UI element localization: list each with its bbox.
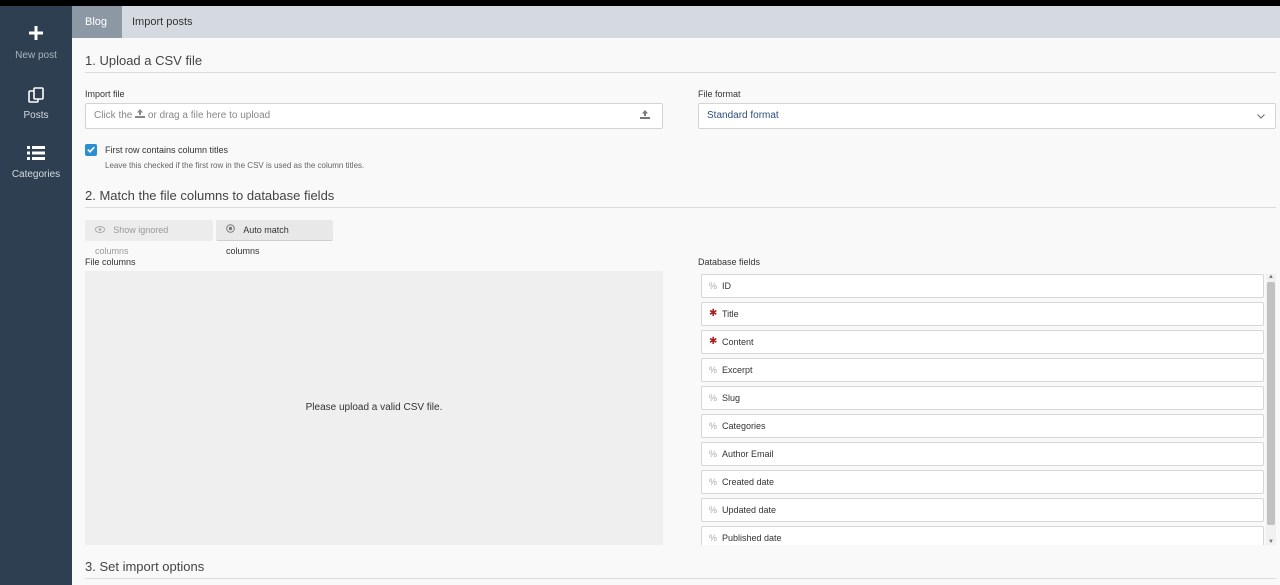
file-columns-panel: Please upload a valid CSV file. [85,271,663,545]
copy-icon [0,86,72,106]
sidebar-item-posts[interactable]: Posts [0,86,72,121]
database-field-item[interactable]: % Excerpt [701,358,1264,382]
checkbox-label: First row contains column titles [105,145,229,155]
sidebar-item-label: Posts [23,110,49,121]
file-format-value: Standard format [707,110,779,121]
sidebar: New post Posts Categories [0,6,72,585]
upload-icon[interactable] [640,104,650,128]
database-field-label: Slug [722,393,741,403]
plus-icon [0,26,72,46]
database-field-label: ID [722,281,731,291]
database-field-label: Author Email [722,449,774,459]
database-field-label: Categories [722,421,766,431]
divider [85,207,1276,208]
file-upload-input[interactable]: Click the or drag a file here to upload [85,103,663,129]
database-field-item[interactable]: % Updated date [701,498,1264,522]
database-field-label: Title [722,309,739,319]
link-icon: % [709,505,718,515]
file-format-label: File format [698,89,741,99]
target-icon [226,224,237,235]
section-title-options: 3. Set import options [85,559,205,574]
link-icon: % [709,281,718,291]
sidebar-item-label: New post [15,50,57,61]
link-icon: % [709,449,718,459]
section-title-match: 2. Match the file columns to database fi… [85,188,335,203]
check-icon [87,146,95,153]
file-format-select[interactable]: Standard format [698,103,1276,129]
link-icon: % [709,477,718,487]
database-field-label: Created date [722,477,775,487]
database-field-item[interactable]: % Author Email [701,442,1264,466]
show-ignored-columns-button[interactable]: Show ignored columns [85,220,213,256]
scroll-up-arrow[interactable]: ▲ [1266,274,1276,280]
database-fields-scrollbar[interactable]: ▲ ▼ [1266,274,1276,545]
database-field-item[interactable]: % ID [701,274,1264,298]
database-field-item[interactable]: ✱ Content [701,330,1264,354]
sidebar-item-label: Categories [11,169,61,180]
list-icon [0,145,72,165]
required-asterisk-icon: ✱ [709,336,718,347]
first-row-titles-checkbox[interactable] [85,144,97,156]
sidebar-item-new-post[interactable]: New post [0,26,72,61]
scroll-thumb[interactable] [1267,282,1275,525]
upload-message: Please upload a valid CSV file. [305,402,443,413]
upload-placeholder-post: or drag a file here to upload [147,110,271,121]
breadcrumb-current: Import posts [132,16,193,28]
database-field-label: Updated date [722,505,777,515]
eye-icon [94,226,107,235]
import-file-label: Import file [85,89,125,99]
database-field-item[interactable]: % Categories [701,414,1264,438]
section-title-upload: 1. Upload a CSV file [85,53,203,68]
required-asterisk-icon: ✱ [709,308,718,319]
auto-match-columns-button[interactable]: Auto match columns [216,220,333,256]
link-icon: % [709,393,718,403]
chevron-down-icon [1257,104,1265,128]
main-content: Blog Import posts 1. Upload a CSV file I… [72,6,1280,585]
upload-placeholder-pre: Click the [94,110,133,121]
database-field-label: Published date [722,533,782,543]
database-fields-label: Database fields [698,257,761,267]
link-icon: % [709,421,718,431]
divider [85,578,1276,579]
database-field-item[interactable]: % Published date [701,526,1264,545]
breadcrumb-arrow [108,6,122,38]
divider [85,72,1276,73]
sidebar-item-categories[interactable]: Categories [0,145,72,180]
scroll-down-arrow[interactable]: ▼ [1266,539,1276,545]
link-icon: % [709,365,718,375]
database-field-item[interactable]: % Slug [701,386,1264,410]
database-field-item[interactable]: ✱ Title [701,302,1264,326]
file-columns-label: File columns [85,257,136,267]
database-field-label: Content [722,337,754,347]
database-fields-list: % ID ✱ Title ✱ Content% Excerpt% Slug% Categorie… [701,274,1264,545]
database-field-label: Excerpt [722,365,753,375]
breadcrumb: Blog Import posts [72,6,1280,38]
database-field-item[interactable]: % Created date [701,470,1264,494]
upload-inline-icon [135,109,148,121]
checkbox-help-text: Leave this checked if the first row in t… [105,161,365,170]
link-icon: % [709,533,718,543]
